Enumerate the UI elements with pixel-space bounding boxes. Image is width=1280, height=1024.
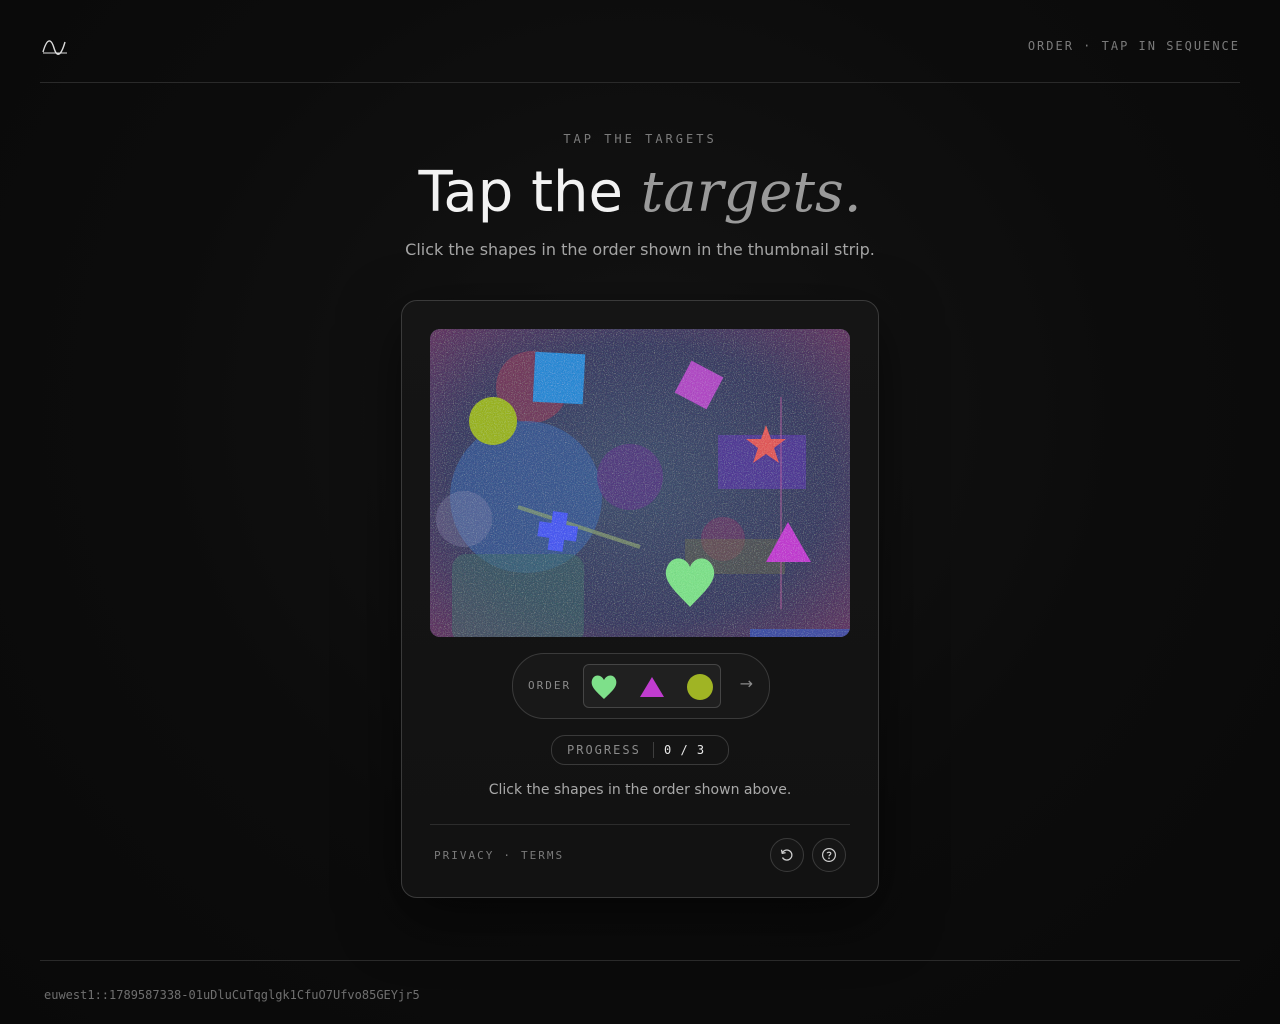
triangle-thumbnail-icon [640, 677, 664, 697]
wave-logo-icon [42, 40, 67, 55]
circle-thumbnail-icon [687, 674, 713, 700]
top-bar: ORDER · TAP IN SEQUENCE [40, 0, 1240, 83]
refresh-button[interactable] [770, 838, 804, 872]
progress-value: 0 / 3 [664, 743, 706, 757]
legal-links: PRIVACY · TERMS [434, 849, 564, 862]
card-divider [430, 824, 850, 825]
progress-indicator: PROGRESS 0 / 3 [551, 735, 729, 765]
instruction-hint: Click the shapes in the order shown abov… [488, 782, 792, 798]
hero: TAP THE TARGETS Tap the targets. Click t… [0, 132, 1280, 259]
challenge-canvas[interactable] [430, 329, 850, 637]
order-strip: ORDER → [512, 653, 770, 719]
help-icon [821, 847, 837, 863]
progress-divider [653, 742, 654, 758]
eyebrow: TAP THE TARGETS [563, 132, 717, 146]
page-subtitle: Click the shapes in the order shown in t… [405, 240, 875, 259]
arrow-right-icon: → [739, 674, 753, 693]
help-button[interactable] [812, 838, 846, 872]
order-label: ORDER [528, 679, 572, 692]
thumbnail-strip [583, 664, 721, 708]
refresh-icon [780, 849, 793, 861]
title-main: Tap the [418, 160, 641, 225]
link-separator: · [503, 849, 512, 862]
session-id: euwest1::1789587338-01uDluCuTqglgk1CfuO7… [44, 988, 420, 1002]
heart-thumbnail-icon [591, 675, 617, 699]
progress-label: PROGRESS [567, 743, 641, 757]
terms-link[interactable]: TERMS [521, 849, 564, 862]
privacy-link[interactable]: PRIVACY [434, 849, 494, 862]
page-title: Tap the targets. [0, 158, 1280, 228]
mode-label: ORDER · TAP IN SEQUENCE [1027, 39, 1240, 53]
footer-divider [40, 960, 1240, 961]
challenge-card: ORDER → PROGRESS 0 / 3 Click the shapes … [401, 300, 879, 898]
title-accent: targets. [640, 160, 862, 225]
